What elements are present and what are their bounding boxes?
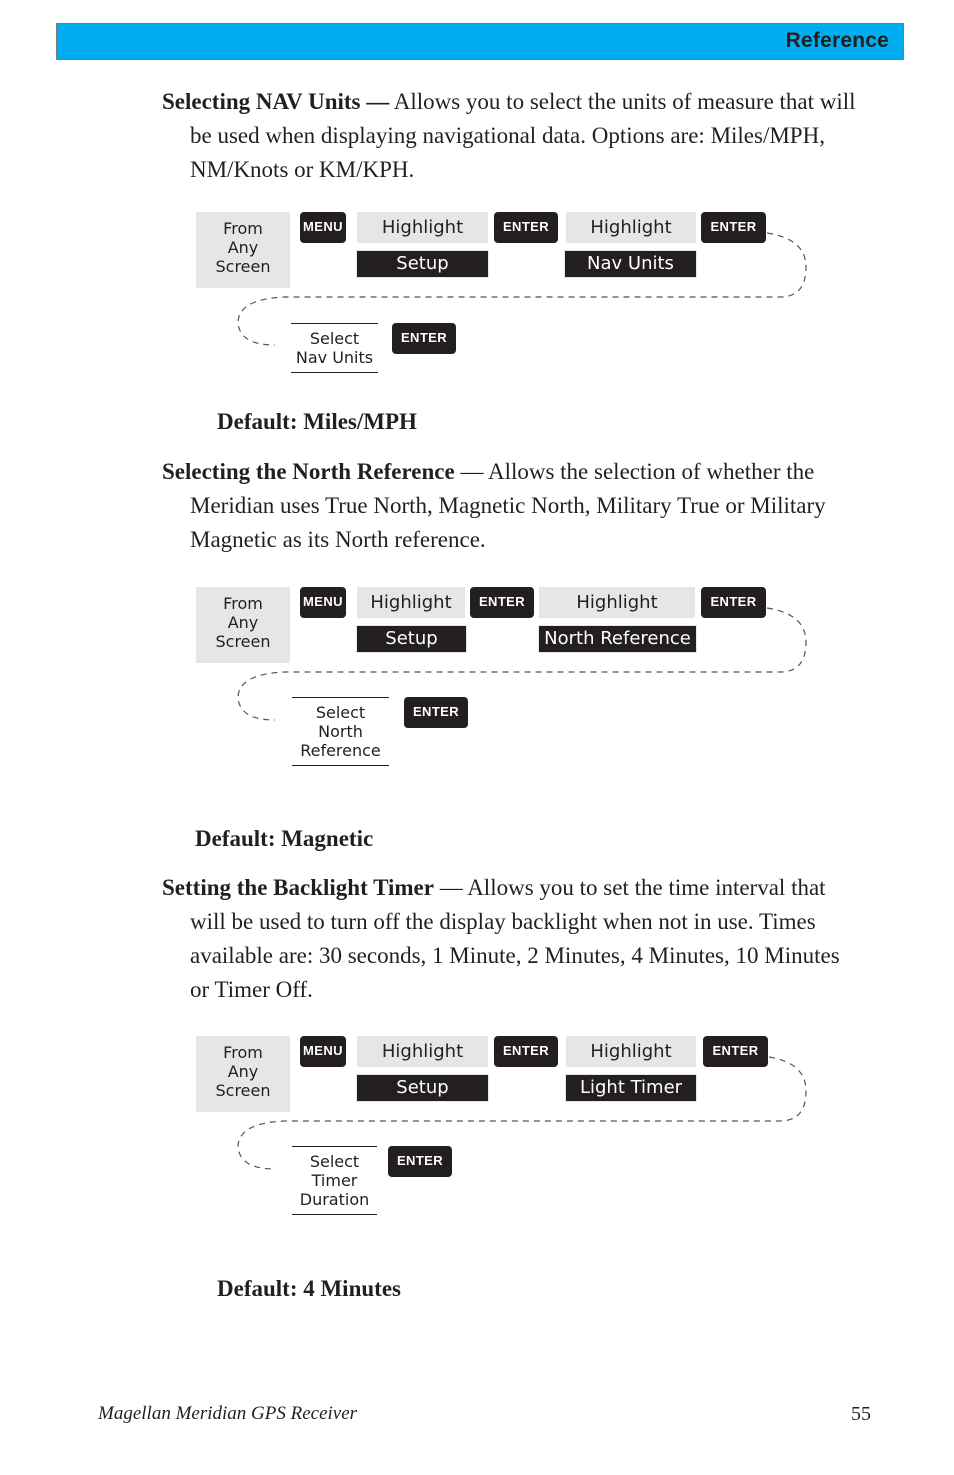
- description-line: Meridian uses True North, Magnetic North…: [190, 493, 826, 518]
- enter-key[interactable]: ENTER: [701, 587, 766, 618]
- lcd-setup: Setup: [356, 1074, 489, 1102]
- start-label: Screen: [215, 257, 271, 276]
- start-label: Any: [227, 1062, 259, 1081]
- north-reference-heading: Selecting the North Reference: [162, 459, 455, 484]
- select-label: Select: [315, 703, 366, 722]
- select-timer-duration-box: Select Timer Duration: [292, 1146, 377, 1215]
- lcd-setup: Setup: [356, 250, 489, 278]
- default-north-reference: Default: Magnetic: [195, 826, 374, 851]
- menu-key[interactable]: MENU: [300, 212, 346, 243]
- north-reference-diagram: From Any Screen MENU Highlight Setup ENT…: [0, 586, 954, 766]
- start-label: Any: [227, 238, 259, 257]
- description-line: NM/Knots or KM/KPH.: [190, 157, 415, 182]
- select-label: Reference: [300, 741, 381, 760]
- nav-units-description: Selecting NAV Units — Allows you to sele…: [162, 85, 882, 187]
- default-nav-units: Default: Miles/MPH: [217, 409, 417, 434]
- start-label: From: [223, 594, 263, 613]
- lcd-nav-units: Nav Units: [564, 250, 697, 278]
- highlight-label: Highlight: [566, 212, 696, 243]
- select-label: Timer: [311, 1171, 358, 1190]
- lcd-setup: Setup: [356, 625, 467, 653]
- from-any-screen-box: From Any Screen: [196, 1036, 290, 1112]
- start-label: Screen: [215, 1081, 271, 1100]
- description-line: — Allows you to set the time interval th…: [433, 875, 826, 900]
- backlight-timer-diagram: From Any Screen MENU Highlight Setup ENT…: [0, 1035, 954, 1215]
- description-line: or Timer Off.: [190, 977, 313, 1002]
- start-label: From: [223, 1043, 263, 1062]
- select-north-reference-box: Select North Reference: [292, 697, 389, 766]
- highlight-label: Highlight: [566, 1036, 696, 1067]
- enter-key[interactable]: ENTER: [470, 587, 534, 618]
- section-title: Reference: [785, 29, 889, 52]
- select-nav-units-box: Select Nav Units: [291, 323, 378, 373]
- footer-title: Magellan Meridian GPS Receiver: [98, 1403, 358, 1424]
- backlight-timer-description: Setting the Backlight Timer — Allows you…: [162, 871, 882, 1007]
- nav-units-diagram: From Any Screen MENU Highlight Setup ENT…: [0, 211, 954, 391]
- lcd-north-reference: North Reference: [538, 625, 697, 653]
- nav-units-heading: Selecting NAV Units —: [162, 89, 390, 114]
- north-reference-description: Selecting the North Reference — Allows t…: [162, 455, 882, 557]
- page-number: 55: [851, 1403, 871, 1425]
- default-backlight-timer: Default: 4 Minutes: [217, 1276, 401, 1301]
- enter-key[interactable]: ENTER: [703, 1036, 768, 1067]
- highlight-label: Highlight: [357, 212, 488, 243]
- description-line: be used when displaying navigational dat…: [190, 123, 825, 148]
- from-any-screen-box: From Any Screen: [196, 212, 290, 288]
- enter-key[interactable]: ENTER: [388, 1146, 452, 1177]
- menu-key[interactable]: MENU: [300, 587, 346, 618]
- enter-key[interactable]: ENTER: [392, 323, 456, 354]
- start-label: Any: [227, 613, 259, 632]
- description-line: Allows you to select the units of measur…: [389, 89, 856, 114]
- enter-key[interactable]: ENTER: [701, 212, 766, 243]
- enter-key[interactable]: ENTER: [404, 697, 468, 728]
- from-any-screen-box: From Any Screen: [196, 587, 290, 663]
- enter-key[interactable]: ENTER: [494, 212, 558, 243]
- description-line: available are: 30 seconds, 1 Minute, 2 M…: [190, 943, 840, 968]
- backlight-timer-heading: Setting the Backlight Timer: [162, 875, 434, 900]
- menu-key[interactable]: MENU: [300, 1036, 346, 1067]
- highlight-label: Highlight: [539, 587, 695, 618]
- highlight-label: Highlight: [357, 587, 465, 618]
- select-label: Duration: [299, 1190, 370, 1209]
- enter-key[interactable]: ENTER: [494, 1036, 558, 1067]
- select-label: Select: [309, 329, 360, 348]
- highlight-label: Highlight: [357, 1036, 488, 1067]
- start-label: Screen: [215, 632, 271, 651]
- description-line: will be used to turn off the display bac…: [190, 909, 816, 934]
- select-label: Nav Units: [295, 348, 374, 367]
- start-label: From: [223, 219, 263, 238]
- description-line: — Allows the selection of whether the: [454, 459, 815, 484]
- lcd-light-timer: Light Timer: [565, 1074, 697, 1102]
- description-line: Magnetic as its North reference.: [190, 527, 486, 552]
- select-label: Select: [309, 1152, 360, 1171]
- section-header-bar: Reference: [56, 23, 904, 60]
- select-label: North: [318, 722, 363, 741]
